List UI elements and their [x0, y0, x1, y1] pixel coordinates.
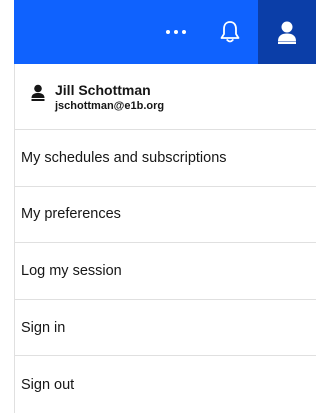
overflow-menu-button[interactable] — [150, 0, 202, 64]
menu-item-sign-out[interactable]: Sign out — [15, 356, 316, 413]
header-left-gap — [0, 0, 14, 64]
menu-item-log-session[interactable]: Log my session — [15, 243, 316, 300]
top-header-bar — [0, 0, 316, 64]
user-icon — [31, 84, 45, 101]
profile-section: Jill Schottman jschottman@e1b.org — [15, 64, 316, 130]
menu-item-preferences[interactable]: My preferences — [15, 187, 316, 244]
user-avatar-icon — [278, 21, 296, 44]
profile-name: Jill Schottman — [55, 82, 151, 98]
bell-icon — [220, 21, 240, 43]
user-profile-button[interactable] — [258, 0, 316, 64]
user-menu-dropdown: Jill Schottman jschottman@e1b.org My sch… — [14, 64, 316, 413]
menu-item-schedules-subscriptions[interactable]: My schedules and subscriptions — [15, 130, 316, 187]
profile-email: jschottman@e1b.org — [55, 100, 165, 112]
notifications-button[interactable] — [204, 0, 256, 64]
menu-item-sign-in[interactable]: Sign in — [15, 300, 316, 357]
overflow-menu-icon — [166, 30, 186, 34]
